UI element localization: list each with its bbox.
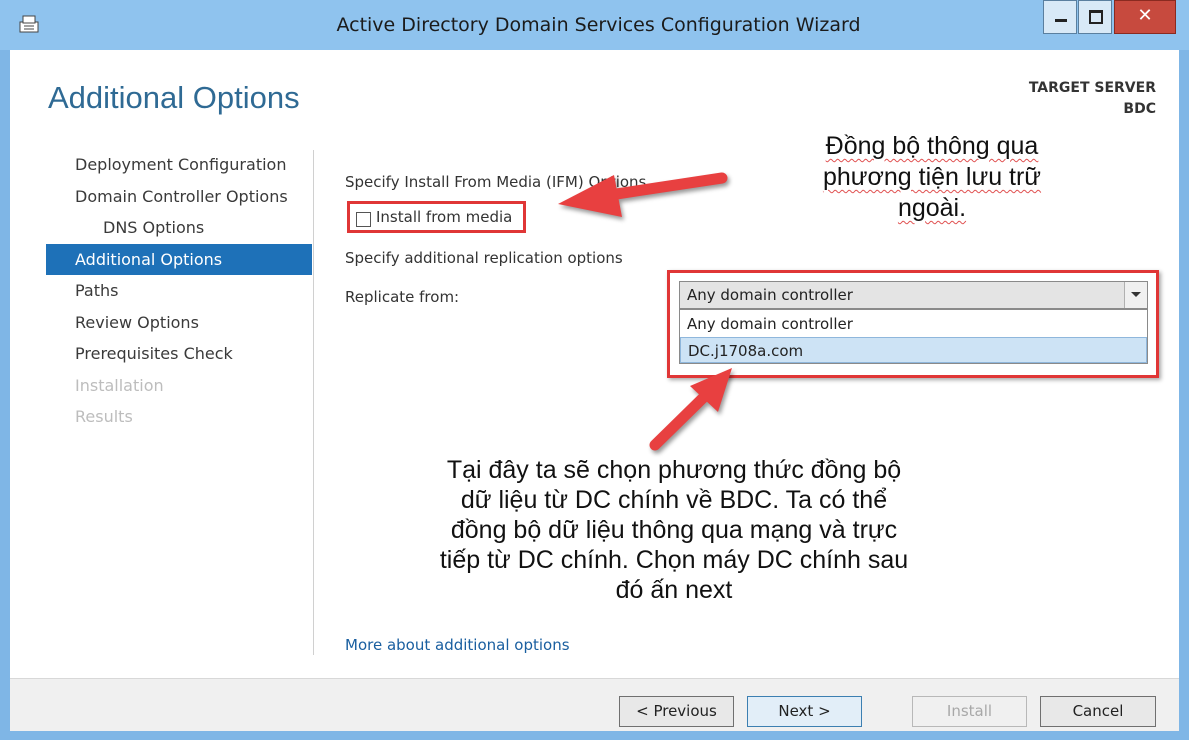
install-from-media-highlight: Install from media bbox=[347, 201, 526, 233]
annotation-replication-line1: Tại đây ta sẽ chọn phương thức đồng bộ bbox=[446, 456, 902, 484]
option-any-domain-controller[interactable]: Any domain controller bbox=[680, 311, 1147, 337]
nav-divider bbox=[313, 150, 314, 655]
title-bar[interactable]: Active Directory Domain Services Configu… bbox=[0, 0, 1189, 50]
target-server: TARGET SERVER BDC bbox=[1029, 78, 1156, 120]
page-title: Additional Options bbox=[48, 80, 300, 115]
cancel-button[interactable]: Cancel bbox=[1040, 696, 1156, 727]
nav-item-prerequisites-check[interactable]: Prerequisites Check bbox=[46, 338, 312, 370]
wizard-nav: Deployment Configuration Domain Controll… bbox=[46, 149, 312, 433]
target-server-value: BDC bbox=[1123, 101, 1156, 117]
target-server-label: TARGET SERVER bbox=[1028, 80, 1156, 96]
dropdown-arrow-button[interactable] bbox=[1124, 282, 1147, 308]
maximize-icon bbox=[1089, 10, 1103, 24]
chevron-down-icon bbox=[1131, 292, 1141, 297]
replicate-from-dropdown: Any domain controller DC.j1708a.com bbox=[679, 309, 1148, 364]
minimize-icon bbox=[1055, 19, 1067, 22]
annotation-replication-line2: dữ liệu từ DC chính về BDC. Ta có thể bbox=[460, 486, 888, 514]
nav-item-additional-options[interactable]: Additional Options bbox=[46, 243, 312, 275]
install-from-media-checkbox[interactable] bbox=[356, 212, 371, 227]
close-button[interactable]: ✕ bbox=[1114, 0, 1176, 34]
annotation-ifm-line1-text: Đồng bộ thông qua bbox=[825, 132, 1039, 160]
more-about-options-link[interactable]: More about additional options bbox=[345, 636, 570, 654]
replication-heading: Specify additional replication options bbox=[345, 249, 623, 267]
nav-item-dns-options[interactable]: DNS Options bbox=[46, 212, 312, 244]
nav-item-installation: Installation bbox=[75, 375, 164, 395]
annotation-replication-line5: đó ấn next bbox=[615, 576, 733, 604]
arrow-to-dropdown bbox=[649, 368, 732, 451]
nav-item-domain-controller-options[interactable]: Domain Controller Options bbox=[46, 181, 312, 213]
minimize-button[interactable] bbox=[1043, 0, 1077, 34]
annotation-replication-line4: tiếp từ DC chính. Chọn máy DC chính sau bbox=[439, 546, 909, 574]
replicate-from-select[interactable]: Any domain controller bbox=[679, 281, 1148, 309]
nav-item-paths[interactable]: Paths bbox=[46, 275, 312, 307]
annotation-ifm-line2-text: phương tiện lưu trữ bbox=[822, 163, 1042, 191]
previous-button[interactable]: < Previous bbox=[619, 696, 734, 727]
option-dc-j1708a[interactable]: DC.j1708a.com bbox=[680, 337, 1147, 363]
nav-item-results: Results bbox=[75, 407, 133, 426]
install-from-media-label[interactable]: Install from media bbox=[376, 208, 512, 226]
annotation-replication-line3: đồng bộ dữ liệu thông qua mạng và trực bbox=[450, 516, 898, 544]
ifm-heading: Specify Install From Media (IFM) Options bbox=[345, 173, 647, 191]
annotation-replication-note: Tại đây ta sẽ chọn phương thức đồng bộ d… bbox=[364, 455, 984, 605]
nav-item-deployment-configuration[interactable]: Deployment Configuration bbox=[46, 149, 312, 181]
replicate-from-value: Any domain controller bbox=[687, 286, 853, 304]
maximize-button[interactable] bbox=[1078, 0, 1112, 34]
annotation-ifm-line2: phương tiện lưu trữ bbox=[782, 162, 1082, 193]
close-icon: ✕ bbox=[1137, 5, 1153, 26]
wizard-footer: < Previous Next > Install Cancel bbox=[10, 678, 1179, 731]
wizard-content: Additional Options TARGET SERVER BDC Dep… bbox=[10, 50, 1179, 678]
annotation-ifm-note: Đồng bộ thông qua phương tiện lưu trữ ng… bbox=[782, 131, 1082, 224]
window-title: Active Directory Domain Services Configu… bbox=[336, 14, 861, 36]
next-button[interactable]: Next > bbox=[747, 696, 862, 727]
nav-item-review-options[interactable]: Review Options bbox=[46, 307, 312, 339]
wizard-window: Active Directory Domain Services Configu… bbox=[0, 0, 1189, 740]
replicate-from-label: Replicate from: bbox=[345, 288, 460, 306]
install-button: Install bbox=[912, 696, 1027, 727]
annotation-ifm-line3-text: ngoài. bbox=[897, 194, 967, 222]
annotation-ifm-line1: Đồng bộ thông qua bbox=[782, 131, 1082, 162]
annotation-ifm-line3: ngoài. bbox=[782, 193, 1082, 224]
